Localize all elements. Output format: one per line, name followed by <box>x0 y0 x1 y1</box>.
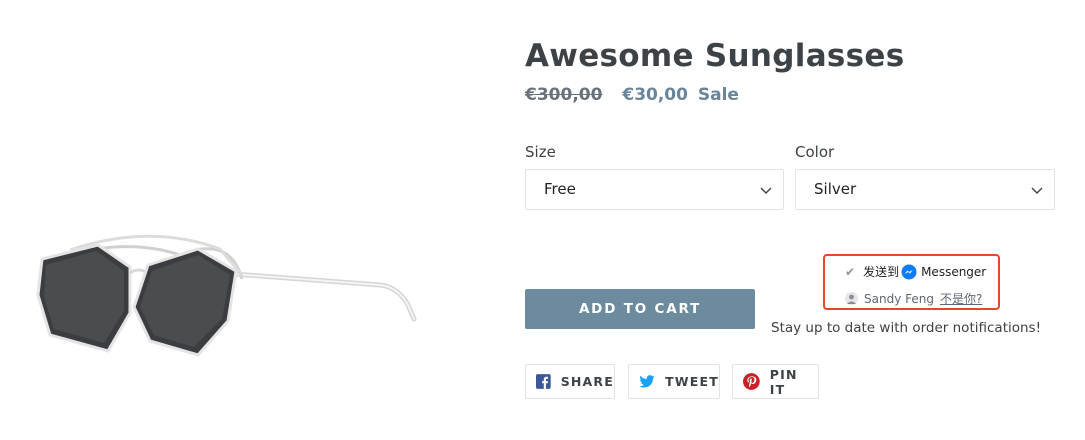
size-select[interactable]: Free <box>525 169 784 210</box>
add-to-cart-button[interactable]: ADD TO CART <box>525 289 755 329</box>
share-twitter-label: TWEET <box>665 374 719 389</box>
messenger-label: Messenger <box>921 264 987 279</box>
size-label: Size <box>525 143 556 161</box>
color-selected-value: Silver <box>814 180 857 198</box>
color-select[interactable]: Silver <box>795 169 1055 210</box>
color-label: Color <box>795 143 835 161</box>
user-avatar-icon <box>845 292 858 305</box>
messenger-user-row: Sandy Feng 不是你? <box>845 290 982 307</box>
product-image[interactable] <box>30 225 430 365</box>
pinterest-icon <box>743 373 760 390</box>
original-price: €300,00 <box>525 85 603 105</box>
twitter-icon <box>639 375 655 388</box>
send-to-label: 发送到 <box>863 265 900 279</box>
product-title: Awesome Sunglasses <box>525 38 905 74</box>
messenger-plugin: ✔ 发送到 Messenger Sandy Feng 不是你? <box>823 254 1000 310</box>
user-name: Sandy Feng <box>864 291 934 306</box>
messenger-optin-row[interactable]: ✔ 发送到 Messenger <box>845 263 986 280</box>
product-page: Awesome Sunglasses €300,00 €30,00 Sale S… <box>0 0 1085 440</box>
chevron-down-icon <box>1031 187 1043 194</box>
share-facebook-button[interactable]: SHARE <box>525 364 615 399</box>
price-row: €300,00 €30,00 Sale <box>525 85 739 105</box>
sale-badge: Sale <box>697 85 739 105</box>
sunglasses-illustration <box>36 234 417 357</box>
notification-text: Stay up to date with order notifications… <box>771 320 1041 336</box>
share-pinterest-label: PIN IT <box>769 366 798 397</box>
facebook-icon <box>536 374 551 389</box>
chevron-down-icon <box>760 187 772 194</box>
messenger-icon <box>901 264 917 279</box>
sale-price: €30,00 <box>622 85 688 105</box>
checkbox-check-icon[interactable]: ✔ <box>845 265 855 279</box>
share-twitter-button[interactable]: TWEET <box>628 364 720 399</box>
share-facebook-label: SHARE <box>560 374 614 389</box>
not-you-link[interactable]: 不是你? <box>940 290 982 307</box>
size-selected-value: Free <box>544 180 576 198</box>
share-pinterest-button[interactable]: PIN IT <box>732 364 819 399</box>
